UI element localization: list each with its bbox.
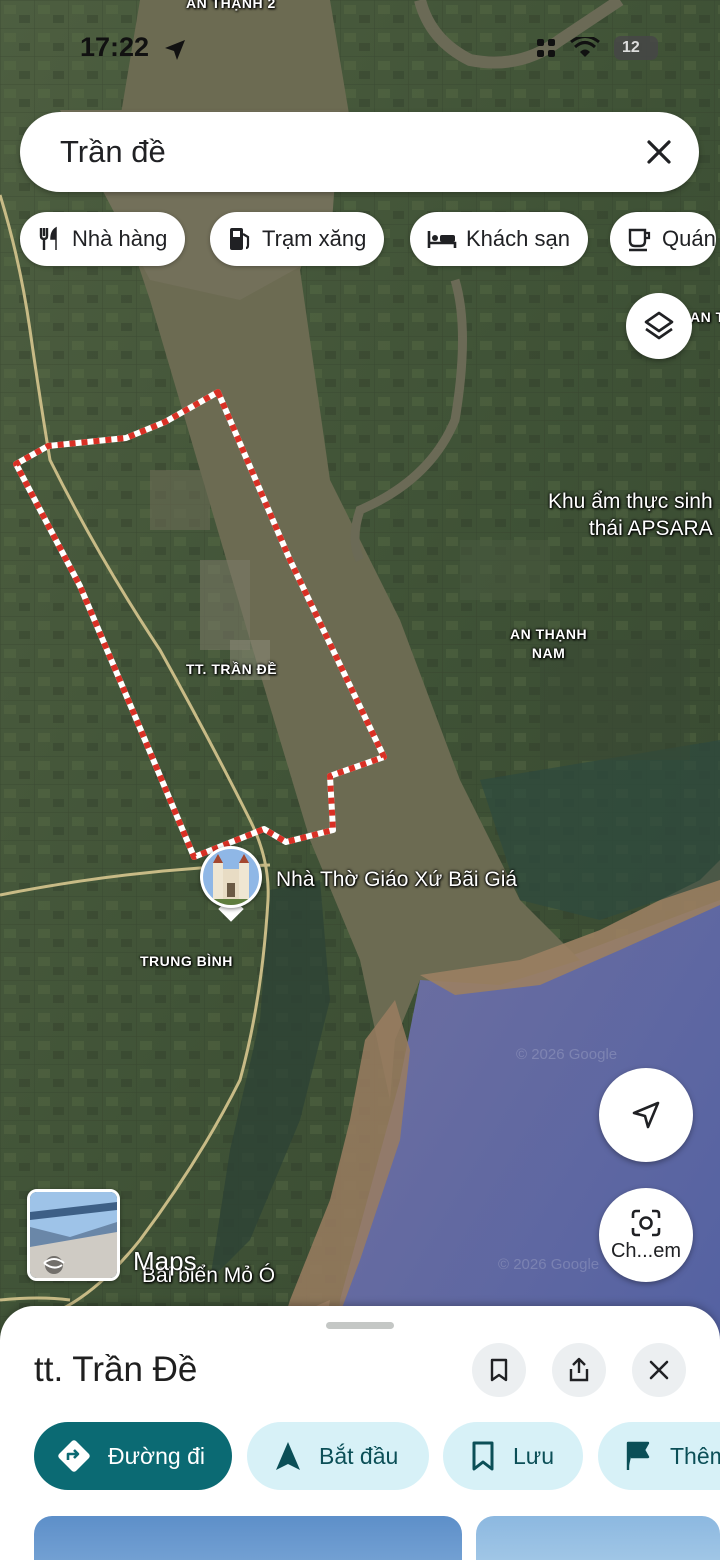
hotel-icon <box>427 231 457 248</box>
camera-lens-icon <box>631 1209 661 1236</box>
chip-label: Nhà hàng <box>72 226 168 251</box>
lens-label: Ch...em <box>610 1239 682 1262</box>
my-location-button[interactable] <box>599 1068 693 1162</box>
wifi-icon <box>570 37 600 57</box>
more-label: Thêm <box>670 1442 720 1469</box>
close-sheet-button[interactable] <box>632 1343 686 1397</box>
location-arrow-icon <box>165 40 185 60</box>
navigation-arrow-icon <box>276 1442 300 1470</box>
search-query[interactable]: Trần đề <box>60 134 166 170</box>
map-label-tran-de[interactable]: TT. TRẦN ĐỀ <box>186 660 277 679</box>
chip-label: Khách sạn <box>466 226 570 251</box>
place-photo[interactable] <box>34 1516 462 1560</box>
chip-gas-stations[interactable]: Trạm xăng <box>210 212 385 266</box>
close-icon[interactable] <box>643 136 675 168</box>
close-icon <box>649 1360 669 1380</box>
chip-restaurants[interactable]: Nhà hàng <box>20 212 186 266</box>
start-button[interactable]: Bắt đầu <box>247 1422 429 1490</box>
map-watermark: © 2026 Google <box>516 1046 618 1063</box>
map-label-edge: AN T <box>690 309 720 325</box>
save-button[interactable]: Lưu <box>443 1422 583 1490</box>
chip-label: Trạm xăng <box>262 226 367 251</box>
coffee-icon <box>628 228 651 252</box>
church-photo-icon <box>203 849 259 905</box>
save-place-button[interactable] <box>472 1343 526 1397</box>
map-label-trung-binh[interactable]: TRUNG BÌNH <box>140 952 233 971</box>
bookmark-icon <box>490 1358 508 1382</box>
directions-icon <box>58 1440 90 1472</box>
flag-icon <box>626 1441 650 1470</box>
chip-label: Quán <box>662 226 716 251</box>
status-time: 17:22 <box>80 32 150 62</box>
share-icon <box>569 1357 589 1382</box>
chip-hotels[interactable]: Khách sạn <box>410 212 588 266</box>
more-button[interactable]: Thêm <box>598 1422 720 1490</box>
directions-button[interactable]: Đường đi <box>34 1422 232 1490</box>
search-bar[interactable]: Trần đề <box>20 112 699 192</box>
share-button[interactable] <box>552 1343 606 1397</box>
dots-icon <box>537 39 555 57</box>
status-icons: 12 <box>536 36 658 60</box>
map-label-an-thanh-2: AN THẠNH 2 <box>186 0 276 11</box>
restaurant-icon <box>39 226 57 250</box>
lens-button[interactable]: Ch...em <box>599 1188 693 1282</box>
chip-cafes[interactable]: Quán <box>610 212 716 266</box>
directions-label: Đường đi <box>108 1442 205 1469</box>
map-watermark-2: © 2026 Google <box>498 1256 600 1273</box>
maps-logo: Maps <box>133 1246 197 1276</box>
bookmark-icon <box>472 1441 494 1471</box>
navigation-icon <box>632 1101 660 1129</box>
map-label-khu-am-thuc[interactable]: Khu ẩm thực sinh thái APSARA <box>548 488 713 542</box>
save-label: Lưu <box>513 1442 554 1469</box>
map-label-church[interactable]: Nhà Thờ Giáo Xứ Bãi Giá <box>276 868 517 892</box>
map-label-an-thanh-nam[interactable]: AN THẠNH NAM <box>510 625 587 663</box>
battery-indicator: 12 <box>614 36 658 60</box>
sheet-drag-handle[interactable] <box>326 1322 394 1329</box>
gas-station-icon <box>230 228 250 250</box>
place-title: tt. Trần Đề <box>34 1350 198 1389</box>
street-view-thumbnail[interactable] <box>27 1189 120 1281</box>
layers-button[interactable] <box>626 293 692 359</box>
place-sheet[interactable]: tt. Trần Đề Đường đi Bắt đầu Lưu Thêm <box>0 1306 720 1560</box>
start-label: Bắt đầu <box>319 1442 399 1469</box>
place-photo[interactable] <box>476 1516 720 1560</box>
360-icon <box>43 1258 65 1269</box>
layers-icon <box>644 311 674 340</box>
church-pin[interactable] <box>200 846 262 908</box>
